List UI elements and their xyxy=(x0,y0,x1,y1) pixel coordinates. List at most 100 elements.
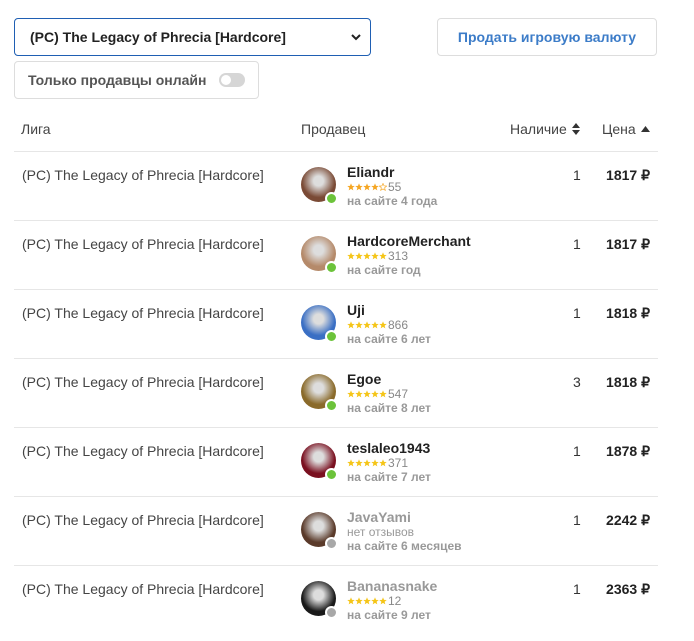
price-cell: 1818 ₽ xyxy=(606,374,650,390)
offer-row[interactable]: (PC) The Legacy of Phrecia [Hardcore] Ja… xyxy=(14,496,658,565)
column-header-league: Лига xyxy=(21,121,51,137)
stock-cell: 1 xyxy=(573,512,581,528)
seller-rating: 547 xyxy=(347,387,408,401)
price-cell: 1817 ₽ xyxy=(606,236,650,252)
column-header-stock-label: Наличие xyxy=(510,121,567,137)
rating-stars xyxy=(347,252,387,260)
review-count: 55 xyxy=(388,180,402,194)
price-cell: 1818 ₽ xyxy=(606,305,650,321)
seller-name-link[interactable]: JavaYami xyxy=(347,509,411,525)
star-icon xyxy=(371,321,379,329)
league-cell: (PC) The Legacy of Phrecia [Hardcore] xyxy=(22,167,264,183)
star-icon xyxy=(355,252,363,260)
star-icon xyxy=(379,183,387,191)
online-status-dot xyxy=(325,261,338,274)
price-cell: 1878 ₽ xyxy=(606,443,650,459)
column-header-seller: Продавец xyxy=(301,121,366,137)
rating-stars xyxy=(347,321,387,329)
star-icon xyxy=(371,459,379,467)
rating-stars xyxy=(347,597,387,605)
game-select-value: (PC) The Legacy of Phrecia [Hardcore] xyxy=(30,29,286,45)
chevron-down-icon xyxy=(351,34,361,41)
league-cell: (PC) The Legacy of Phrecia [Hardcore] xyxy=(22,512,264,528)
star-icon xyxy=(371,252,379,260)
star-icon xyxy=(347,183,355,191)
offer-row[interactable]: (PC) The Legacy of Phrecia [Hardcore] Eg… xyxy=(14,358,658,427)
offer-row[interactable]: (PC) The Legacy of Phrecia [Hardcore] Uj… xyxy=(14,289,658,358)
seller-since: на сайте 6 месяцев xyxy=(347,539,462,553)
seller-rating: 12 xyxy=(347,594,401,608)
offline-status-dot xyxy=(325,606,338,619)
online-status-dot xyxy=(325,399,338,412)
online-only-label: Только продавцы онлайн xyxy=(28,72,207,88)
league-cell: (PC) The Legacy of Phrecia [Hardcore] xyxy=(22,443,264,459)
seller-since: на сайте год xyxy=(347,263,421,277)
rating-stars xyxy=(347,390,387,398)
league-cell: (PC) The Legacy of Phrecia [Hardcore] xyxy=(22,374,264,390)
stock-cell: 3 xyxy=(573,374,581,390)
offline-status-dot xyxy=(325,537,338,550)
sort-both-icon xyxy=(571,123,580,135)
online-status-dot xyxy=(325,192,338,205)
review-count: 12 xyxy=(388,594,402,608)
star-icon xyxy=(363,252,371,260)
stock-cell: 1 xyxy=(573,305,581,321)
star-icon xyxy=(363,459,371,467)
column-header-price-label: Цена xyxy=(602,121,636,137)
star-icon xyxy=(379,321,387,329)
star-icon xyxy=(363,321,371,329)
seller-rating: 55 xyxy=(347,180,401,194)
game-select[interactable]: (PC) The Legacy of Phrecia [Hardcore] xyxy=(14,18,371,56)
star-icon xyxy=(371,390,379,398)
sell-currency-button[interactable]: Продать игровую валюту xyxy=(437,18,657,56)
star-icon xyxy=(355,321,363,329)
seller-since: на сайте 4 года xyxy=(347,194,438,208)
seller-rating: 313 xyxy=(347,249,408,263)
offer-row[interactable]: (PC) The Legacy of Phrecia [Hardcore] te… xyxy=(14,427,658,496)
rating-stars xyxy=(347,183,387,191)
seller-since: на сайте 6 лет xyxy=(347,332,431,346)
price-cell: 2363 ₽ xyxy=(606,581,650,597)
league-cell: (PC) The Legacy of Phrecia [Hardcore] xyxy=(22,236,264,252)
star-icon xyxy=(363,183,371,191)
online-status-dot xyxy=(325,468,338,481)
online-only-toggle[interactable] xyxy=(219,73,245,87)
offer-row[interactable]: (PC) The Legacy of Phrecia [Hardcore] Ba… xyxy=(14,565,658,634)
seller-name-link[interactable]: Bananasnake xyxy=(347,578,437,594)
review-count: 371 xyxy=(388,456,409,470)
star-icon xyxy=(347,252,355,260)
review-count: 547 xyxy=(388,387,409,401)
seller-name-link[interactable]: Uji xyxy=(347,302,365,318)
star-icon xyxy=(379,390,387,398)
star-icon xyxy=(371,183,379,191)
offer-row[interactable]: (PC) The Legacy of Phrecia [Hardcore] Ha… xyxy=(14,220,658,289)
stock-cell: 1 xyxy=(573,167,581,183)
star-icon xyxy=(371,597,379,605)
seller-since: на сайте 9 лет xyxy=(347,608,431,622)
seller-since: на сайте 7 лет xyxy=(347,470,431,484)
star-icon xyxy=(379,597,387,605)
toggle-knob xyxy=(221,75,231,85)
star-icon xyxy=(347,597,355,605)
star-icon xyxy=(355,390,363,398)
league-cell: (PC) The Legacy of Phrecia [Hardcore] xyxy=(22,305,264,321)
seller-name-link[interactable]: Eliandr xyxy=(347,164,394,180)
star-icon xyxy=(355,597,363,605)
online-only-filter[interactable]: Только продавцы онлайн xyxy=(14,61,259,99)
stock-cell: 1 xyxy=(573,443,581,459)
offer-row[interactable]: (PC) The Legacy of Phrecia [Hardcore] El… xyxy=(14,151,658,220)
star-icon xyxy=(347,390,355,398)
seller-name-link[interactable]: HardcoreMerchant xyxy=(347,233,471,249)
review-count: 313 xyxy=(388,249,409,263)
star-icon xyxy=(347,321,355,329)
star-icon xyxy=(379,252,387,260)
stock-cell: 1 xyxy=(573,236,581,252)
column-header-stock[interactable]: Наличие xyxy=(510,121,580,137)
column-header-price[interactable]: Цена xyxy=(602,121,650,137)
price-cell: 1817 ₽ xyxy=(606,167,650,183)
seller-name-link[interactable]: Egoe xyxy=(347,371,381,387)
star-icon xyxy=(355,459,363,467)
seller-name-link[interactable]: teslaleo1943 xyxy=(347,440,430,456)
rating-stars xyxy=(347,459,387,467)
star-icon xyxy=(355,183,363,191)
